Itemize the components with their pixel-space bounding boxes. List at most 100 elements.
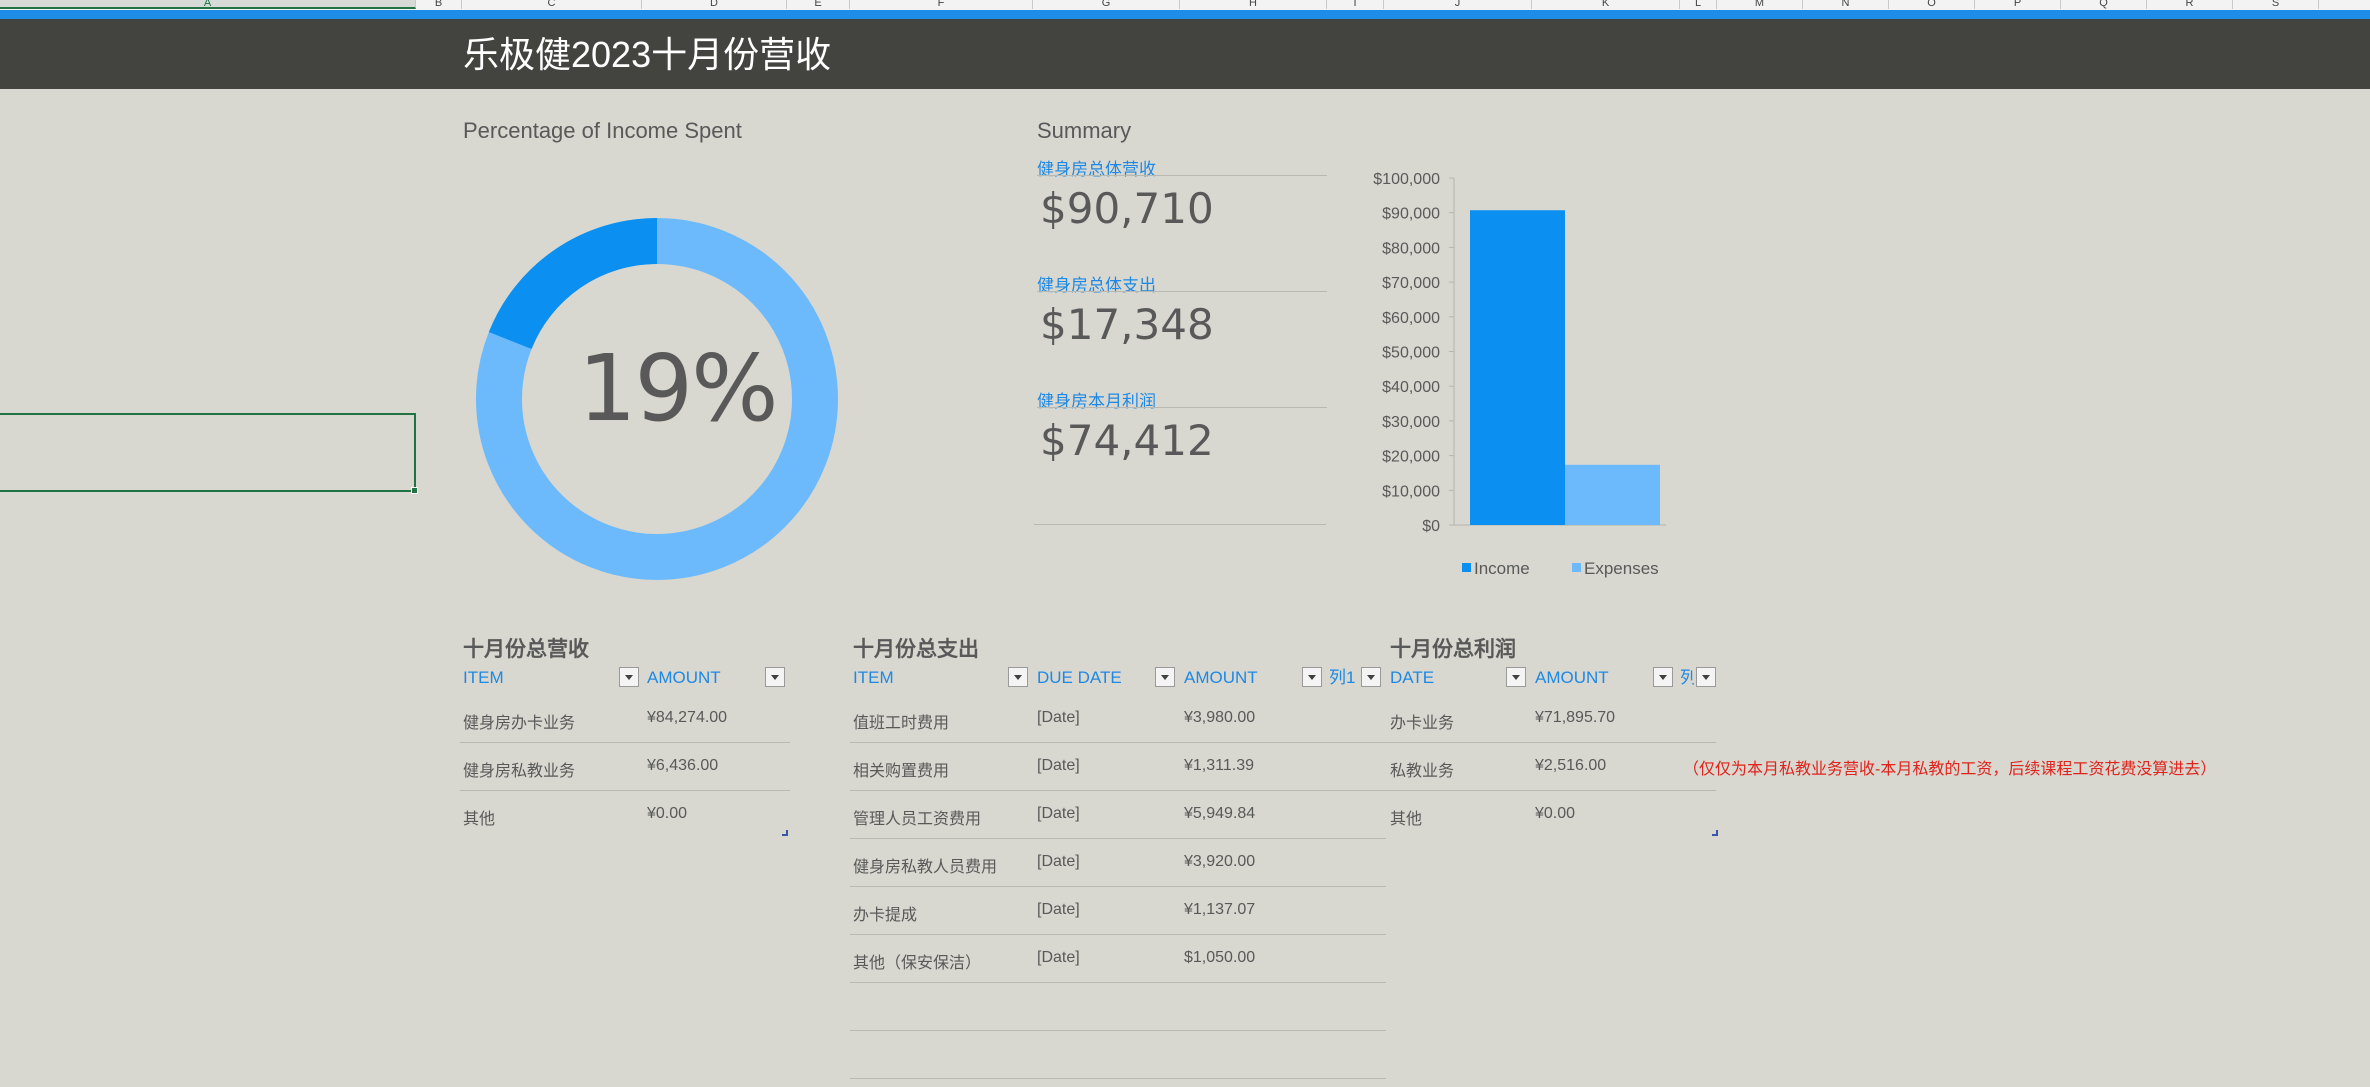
donut-title: Percentage of Income Spent	[463, 118, 742, 143]
column-header-k[interactable]: K	[1532, 0, 1680, 9]
table-cell[interactable]: ¥0.00	[647, 805, 687, 823]
column-header-s[interactable]: S	[2233, 0, 2319, 9]
table-cell[interactable]: ¥1,311.39	[1184, 757, 1254, 775]
table-cell[interactable]: 管理人员工资费用	[853, 805, 981, 829]
expense-header-item[interactable]: ITEM	[853, 667, 894, 689]
table-cell[interactable]: [Date]	[1037, 757, 1080, 775]
table-cell[interactable]: ¥5,949.84	[1184, 805, 1255, 823]
table-cell[interactable]: ¥3,980.00	[1184, 709, 1255, 727]
table-cell[interactable]: [Date]	[1037, 709, 1080, 727]
bar-expenses[interactable]	[1565, 464, 1660, 525]
summary-divider	[1034, 524, 1326, 525]
row-divider	[460, 790, 790, 791]
summary-expense-value: $17,348	[1040, 300, 1214, 349]
selected-cell[interactable]	[0, 413, 416, 492]
revenue-header-amount[interactable]: AMOUNT	[647, 667, 721, 689]
table-cell[interactable]: ¥71,895.70	[1535, 709, 1615, 727]
profit-note[interactable]: （仅仅为本月私教业务营收-本月私教的工资，后续课程工资花费没算进去）	[1683, 755, 2216, 779]
filter-dropdown-icon[interactable]	[1155, 667, 1175, 687]
table-cell[interactable]: [Date]	[1037, 853, 1080, 871]
y-tick-label: $40,000	[1382, 379, 1440, 396]
table-cell[interactable]: [Date]	[1037, 805, 1080, 823]
row-divider	[850, 790, 1386, 791]
legend-label[interactable]: Income	[1474, 559, 1530, 578]
column-header-n[interactable]: N	[1803, 0, 1889, 9]
y-tick-label: $60,000	[1382, 310, 1440, 327]
summary-divider	[1037, 291, 1327, 292]
revenue-header-item[interactable]: ITEM	[463, 667, 504, 689]
row-divider	[850, 838, 1386, 839]
column-header-e[interactable]: E	[787, 0, 850, 9]
table-cell[interactable]: 私教业务	[1390, 757, 1454, 781]
table-cell[interactable]: ¥0.00	[1535, 805, 1575, 823]
table-cell[interactable]: 相关购置费用	[853, 757, 949, 781]
expense-header-amount[interactable]: AMOUNT	[1184, 667, 1258, 689]
row-divider	[850, 886, 1386, 887]
filter-dropdown-icon[interactable]	[1696, 667, 1716, 687]
column-header-r[interactable]: R	[2147, 0, 2233, 9]
expense-header-column1[interactable]: 列1	[1329, 667, 1359, 689]
table-cell[interactable]: ¥6,436.00	[647, 757, 718, 775]
table-cell[interactable]: ¥3,920.00	[1184, 853, 1255, 871]
expense-header-due-date[interactable]: DUE DATE	[1037, 667, 1122, 689]
profit-header-amount[interactable]: AMOUNT	[1535, 667, 1609, 689]
summary-divider	[1037, 175, 1327, 176]
income-expense-bar-chart[interactable]: $0 $10,000 $20,000 $30,000 $40,000 $50,000 $60…	[1350, 160, 1690, 590]
profit-header-column[interactable]: 列	[1680, 667, 1694, 689]
fill-handle[interactable]	[411, 487, 418, 494]
column-header-c[interactable]: C	[462, 0, 642, 9]
column-header-d[interactable]: D	[642, 0, 787, 9]
column-header-l[interactable]: L	[1680, 0, 1717, 9]
bar-income[interactable]	[1470, 210, 1565, 525]
y-tick-label: $70,000	[1382, 275, 1440, 292]
filter-dropdown-icon[interactable]	[1008, 667, 1028, 687]
table-resize-handle[interactable]	[782, 830, 788, 836]
column-header-b[interactable]: B	[416, 0, 462, 9]
summary-title: Summary	[1037, 118, 1132, 143]
table-cell[interactable]: ¥84,274.00	[647, 709, 727, 727]
table-cell[interactable]: 办卡业务	[1390, 709, 1454, 733]
page-title[interactable]: 乐极健2023十月份营收	[463, 30, 831, 80]
table-cell[interactable]: 其他（保安保洁）	[853, 949, 981, 973]
column-header-f[interactable]: F	[850, 0, 1033, 9]
filter-dropdown-icon[interactable]	[765, 667, 785, 687]
y-tick-label: $0	[1422, 518, 1440, 535]
table-cell[interactable]: 健身房私教人员费用	[853, 853, 997, 877]
table-cell[interactable]: $1,050.00	[1184, 949, 1255, 967]
table-cell[interactable]: [Date]	[1037, 901, 1080, 919]
table-cell[interactable]: 健身房办卡业务	[463, 709, 575, 733]
filter-dropdown-icon[interactable]	[619, 667, 639, 687]
table-cell[interactable]: [Date]	[1037, 949, 1080, 967]
column-header-a[interactable]: A	[0, 0, 416, 9]
column-header-p[interactable]: P	[1975, 0, 2061, 9]
column-header-q[interactable]: Q	[2061, 0, 2147, 9]
legend-swatch	[1572, 563, 1581, 572]
table-cell[interactable]: 其他	[463, 805, 495, 829]
profit-header-date[interactable]: DATE	[1390, 667, 1434, 689]
table-resize-handle[interactable]	[1712, 830, 1718, 836]
legend-label[interactable]: Expenses	[1584, 559, 1659, 578]
column-header-h[interactable]: H	[1180, 0, 1327, 9]
summary-divider	[1037, 407, 1327, 408]
summary-revenue-label: 健身房总体营收	[1037, 160, 1156, 179]
y-tick-label: $10,000	[1382, 483, 1440, 500]
column-header-o[interactable]: O	[1889, 0, 1975, 9]
table-cell[interactable]: 其他	[1390, 805, 1422, 829]
column-header-j[interactable]: J	[1384, 0, 1532, 9]
filter-dropdown-icon[interactable]	[1653, 667, 1673, 687]
table-cell[interactable]: ¥1,137.07	[1184, 901, 1255, 919]
filter-dropdown-icon[interactable]	[1302, 667, 1322, 687]
table-cell[interactable]: 办卡提成	[853, 901, 917, 925]
column-header-g[interactable]: G	[1033, 0, 1180, 9]
filter-dropdown-icon[interactable]	[1361, 667, 1381, 687]
column-header-i[interactable]: I	[1327, 0, 1384, 9]
filter-dropdown-icon[interactable]	[1506, 667, 1526, 687]
table-cell[interactable]: ¥2,516.00	[1535, 757, 1606, 775]
row-divider	[850, 742, 1386, 743]
table-cell[interactable]: 值班工时费用	[853, 709, 949, 733]
table-cell[interactable]: 健身房私教业务	[463, 757, 575, 781]
y-tick-label: $100,000	[1373, 171, 1440, 188]
expense-table-title: 十月份总支出	[853, 638, 979, 661]
legend-swatch	[1462, 563, 1471, 572]
column-header-m[interactable]: M	[1717, 0, 1803, 9]
